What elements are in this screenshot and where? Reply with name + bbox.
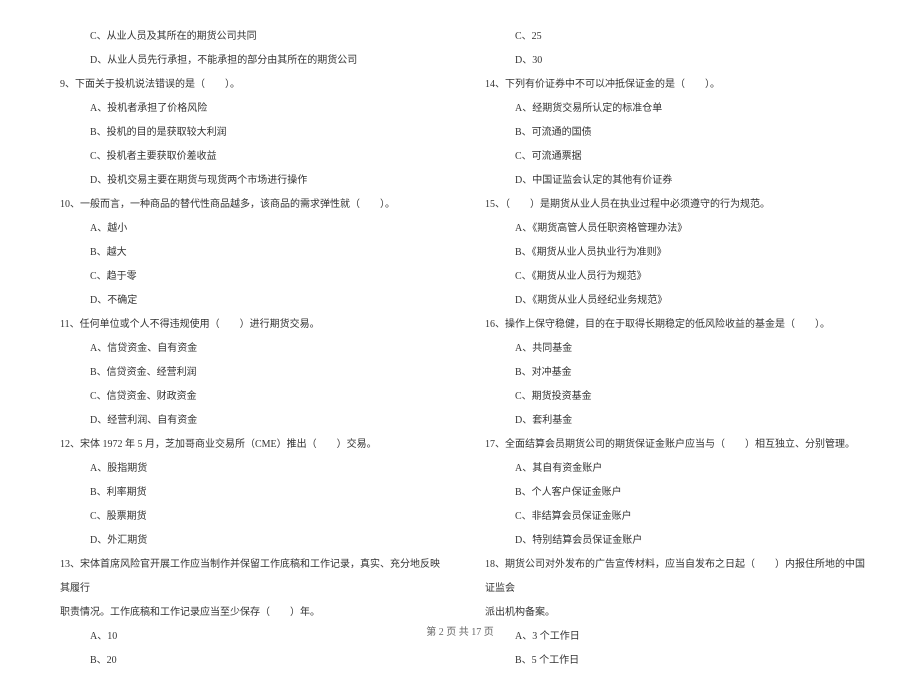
option: B、对冲基金 — [475, 361, 870, 385]
question-18: 18、期货公司对外发布的广告宣传材料，应当自发布之日起（ ）内报住所地的中国证监… — [475, 553, 870, 601]
option: A、股指期货 — [50, 457, 445, 481]
page-footer: 第 2 页 共 17 页 — [0, 623, 920, 638]
question-9: 9、下面关于投机说法错误的是（ ）。 — [50, 73, 445, 97]
option: D、经营利润、自有资金 — [50, 409, 445, 433]
option: C、可流通票据 — [475, 145, 870, 169]
option: B、5 个工作日 — [475, 649, 870, 673]
question-18-cont: 派出机构备案。 — [475, 601, 870, 625]
option: C、非结算会员保证金账户 — [475, 505, 870, 529]
option: B、越大 — [50, 241, 445, 265]
option: B、信贷资金、经营利润 — [50, 361, 445, 385]
question-14: 14、下列有价证券中不可以冲抵保证金的是（ ）。 — [475, 73, 870, 97]
option: D、不确定 — [50, 289, 445, 313]
option: B、投机的目的是获取较大利润 — [50, 121, 445, 145]
question-13-cont: 职责情况。工作底稿和工作记录应当至少保存（ ）年。 — [50, 601, 445, 625]
question-13: 13、宋体首席风险官开展工作应当制作并保留工作底稿和工作记录，真实、充分地反映其… — [50, 553, 445, 601]
option: D、套利基金 — [475, 409, 870, 433]
option: A、越小 — [50, 217, 445, 241]
option: D、30 — [475, 49, 870, 73]
option: B、20 — [50, 649, 445, 673]
option: D、投机交易主要在期货与现货两个市场进行操作 — [50, 169, 445, 193]
option: C、从业人员及其所在的期货公司共同 — [50, 25, 445, 49]
option: C、股票期货 — [50, 505, 445, 529]
page-columns: C、从业人员及其所在的期货公司共同 D、从业人员先行承担，不能承担的部分由其所在… — [50, 25, 870, 615]
option: D、特别结算会员保证金账户 — [475, 529, 870, 553]
option: C、投机者主要获取价差收益 — [50, 145, 445, 169]
option: D、中国证监会认定的其他有价证券 — [475, 169, 870, 193]
option: C、信贷资金、财政资金 — [50, 385, 445, 409]
option: D、从业人员先行承担，不能承担的部分由其所在的期货公司 — [50, 49, 445, 73]
option: D、外汇期货 — [50, 529, 445, 553]
question-15: 15、（ ）是期货从业人员在执业过程中必须遵守的行为规范。 — [475, 193, 870, 217]
option: A、共同基金 — [475, 337, 870, 361]
option: C、《期货从业人员行为规范》 — [475, 265, 870, 289]
option: A、《期货高管人员任职资格管理办法》 — [475, 217, 870, 241]
question-10: 10、一般而言，一种商品的替代性商品越多，该商品的需求弹性就（ ）。 — [50, 193, 445, 217]
option: A、经期货交易所认定的标准仓单 — [475, 97, 870, 121]
right-column: C、25 D、30 14、下列有价证券中不可以冲抵保证金的是（ ）。 A、经期货… — [475, 25, 870, 615]
question-11: 11、任何单位或个人不得违规使用（ ）进行期货交易。 — [50, 313, 445, 337]
option: A、投机者承担了价格风险 — [50, 97, 445, 121]
option: C、25 — [475, 25, 870, 49]
option: B、利率期货 — [50, 481, 445, 505]
question-17: 17、全面结算会员期货公司的期货保证金账户应当与（ ）相互独立、分别管理。 — [475, 433, 870, 457]
option: A、信贷资金、自有资金 — [50, 337, 445, 361]
option: A、其自有资金账户 — [475, 457, 870, 481]
option: C、期货投资基金 — [475, 385, 870, 409]
option: C、趋于零 — [50, 265, 445, 289]
option: D、《期货从业人员经纪业务规范》 — [475, 289, 870, 313]
question-12: 12、宋体 1972 年 5 月，芝加哥商业交易所（CME）推出（ ）交易。 — [50, 433, 445, 457]
left-column: C、从业人员及其所在的期货公司共同 D、从业人员先行承担，不能承担的部分由其所在… — [50, 25, 445, 615]
option: B、可流通的国债 — [475, 121, 870, 145]
option: B、《期货从业人员执业行为准则》 — [475, 241, 870, 265]
question-16: 16、操作上保守稳健，目的在于取得长期稳定的低风险收益的基金是（ ）。 — [475, 313, 870, 337]
option: B、个人客户保证金账户 — [475, 481, 870, 505]
